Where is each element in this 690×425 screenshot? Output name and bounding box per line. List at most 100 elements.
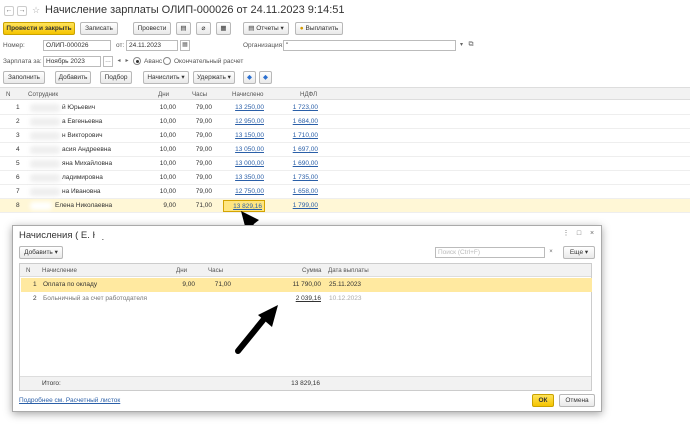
sum-cell[interactable]: 2 039,16 bbox=[281, 292, 321, 306]
table-row[interactable]: 5 яна Михайловна 10,00 79,00 13 000,00 1… bbox=[0, 157, 690, 171]
period-picker-icon[interactable]: … bbox=[103, 56, 113, 67]
accruals-table-header: N Начисление Дни Часы Сумма Дата выплаты bbox=[20, 264, 591, 277]
ndfl-cell[interactable]: 1 658,00 bbox=[286, 185, 318, 199]
withhold-button[interactable]: Удержать ▾ bbox=[193, 71, 235, 84]
attach-button[interactable]: ⌀ bbox=[196, 22, 211, 35]
structure-icon: ▤ bbox=[180, 25, 187, 32]
col-accrued-header: Начислено bbox=[232, 91, 264, 98]
total-label: Итого: bbox=[42, 380, 61, 387]
organization-label: Организация: bbox=[243, 42, 285, 49]
hours-cell: 79,00 bbox=[195, 104, 212, 111]
window-title: Начисление зарплаты ОЛИП-000026 от 24.11… bbox=[45, 4, 345, 16]
employee-name: а Евгеньевна bbox=[62, 118, 103, 125]
sum-cell[interactable]: 11 790,00 bbox=[281, 278, 321, 292]
accrue-button[interactable]: Начислить ▾ bbox=[143, 71, 189, 84]
document-structure-button[interactable]: ▤ bbox=[176, 22, 191, 35]
accrued-cell[interactable]: 13 000,00 bbox=[226, 157, 264, 171]
row-number: 1 bbox=[16, 104, 20, 111]
favorite-star-icon[interactable]: ☆ bbox=[31, 5, 41, 15]
hours-cell: 79,00 bbox=[195, 118, 212, 125]
select-button[interactable]: Подбор bbox=[100, 71, 132, 84]
open-link-icon[interactable]: ⧉ bbox=[467, 40, 475, 51]
number-field[interactable]: ОЛИП-000026 bbox=[43, 40, 111, 51]
row-number: 8 bbox=[16, 202, 20, 209]
totals-row: Итого: 13 829,16 bbox=[20, 376, 591, 390]
ok-button[interactable]: ОК bbox=[532, 394, 554, 407]
forward-icon[interactable]: → bbox=[17, 6, 27, 16]
row-number: 2 bbox=[33, 295, 37, 302]
row-number: 4 bbox=[16, 146, 20, 153]
accrued-cell[interactable]: 12 950,00 bbox=[226, 115, 264, 129]
add-row-button[interactable]: Добавить bbox=[55, 71, 91, 84]
table-row[interactable]: 4 асия Андреевна 10,00 79,00 13 050,00 1… bbox=[0, 143, 690, 157]
accrued-cell[interactable]: 13 350,00 bbox=[226, 171, 264, 185]
advance-radio[interactable] bbox=[133, 57, 141, 65]
accrued-cell[interactable]: 12 750,00 bbox=[226, 185, 264, 199]
employee-name: яна Михайловна bbox=[62, 160, 113, 167]
row-number: 3 bbox=[16, 132, 20, 139]
redacted-name bbox=[30, 118, 60, 126]
employee-name: асия Андреевна bbox=[62, 146, 112, 153]
table-row[interactable]: 6 ладимировна 10,00 79,00 13 350,00 1 73… bbox=[0, 171, 690, 185]
period-up-icon[interactable]: ▸ bbox=[123, 56, 131, 67]
ndfl-cell[interactable]: 1 723,00 bbox=[286, 101, 318, 115]
close-icon[interactable]: × bbox=[587, 229, 597, 239]
period-field[interactable]: Ноябрь 2023 bbox=[43, 56, 101, 67]
pay-date-cell: 25.11.2023 bbox=[329, 281, 362, 288]
payslip-link[interactable]: Подробнее см. Расчетный листок bbox=[19, 397, 120, 404]
date-field[interactable]: 24.11.2023 bbox=[126, 40, 178, 51]
hours-cell: 71,00 bbox=[214, 281, 231, 288]
col-hours-header: Часы bbox=[208, 267, 224, 274]
ndfl-cell[interactable]: 1 684,00 bbox=[286, 115, 318, 129]
accrual-name: Больничный за счет работодателя bbox=[43, 295, 148, 302]
ndfl-cell[interactable]: 1 799,00 bbox=[286, 199, 318, 213]
hours-cell: 79,00 bbox=[195, 132, 212, 139]
accrued-cell[interactable]: 13 250,00 bbox=[226, 101, 264, 115]
calendar-icon[interactable]: ▦ bbox=[180, 40, 190, 51]
accrued-cell[interactable]: 13 050,00 bbox=[226, 143, 264, 157]
search-clear-icon[interactable]: × bbox=[546, 247, 556, 258]
final-calculation-radio[interactable] bbox=[163, 57, 171, 65]
back-icon[interactable]: ← bbox=[4, 6, 14, 16]
table-row[interactable]: 7 на Ивановна 10,00 79,00 12 750,00 1 65… bbox=[0, 185, 690, 199]
ndfl-cell[interactable]: 1 735,00 bbox=[286, 171, 318, 185]
ndfl-cell[interactable]: 1 697,00 bbox=[286, 143, 318, 157]
more-menu-icon[interactable]: ⋮ bbox=[561, 229, 571, 239]
col-n-header: N bbox=[6, 91, 11, 98]
table-row[interactable]: 2 Больничный за счет работодателя 2 039,… bbox=[21, 292, 592, 306]
col-sum-header: Сумма bbox=[302, 267, 322, 274]
ndfl-cell[interactable]: 1 690,00 bbox=[286, 157, 318, 171]
move-down-button[interactable]: ◆ bbox=[259, 71, 272, 84]
journal-button[interactable]: ▦ bbox=[216, 22, 231, 35]
employee-name: н Викторович bbox=[62, 132, 103, 139]
cancel-button[interactable]: Отмена bbox=[559, 394, 595, 407]
table-row-selected[interactable]: 8 Елена Николаевна 9,00 71,00 13 829,16 … bbox=[0, 199, 690, 213]
dialog-search-input[interactable]: Поиск (Ctrl+F) bbox=[435, 247, 545, 258]
organization-field[interactable]: " bbox=[283, 40, 456, 51]
reports-button[interactable]: ▤ Отчеты ▾ bbox=[243, 22, 289, 35]
organization-dropdown-icon[interactable]: ▾ bbox=[457, 40, 466, 51]
table-row-selected[interactable]: 1 Оплата по окладу 9,00 71,00 11 790,00 … bbox=[21, 278, 592, 292]
post-button[interactable]: Провести bbox=[133, 22, 171, 35]
table-row[interactable]: 2 а Евгеньевна 10,00 79,00 12 950,00 1 6… bbox=[0, 115, 690, 129]
redacted-dialog-name bbox=[95, 229, 129, 239]
ndfl-cell[interactable]: 1 710,00 bbox=[286, 129, 318, 143]
dialog-add-button[interactable]: Добавить ▾ bbox=[19, 246, 63, 259]
row-number: 1 bbox=[33, 281, 37, 288]
period-down-icon[interactable]: ◂ bbox=[115, 56, 123, 67]
save-button[interactable]: Записать bbox=[80, 22, 118, 35]
redacted-name bbox=[30, 202, 52, 210]
days-cell: 9,00 bbox=[163, 202, 176, 209]
post-and-close-button[interactable]: Провести и закрыть bbox=[3, 22, 75, 35]
table-row[interactable]: 3 н Викторович 10,00 79,00 13 150,00 1 7… bbox=[0, 129, 690, 143]
total-value: 13 829,16 bbox=[291, 380, 320, 387]
move-up-button[interactable]: ◆ bbox=[243, 71, 256, 84]
maximize-icon[interactable]: □ bbox=[574, 229, 584, 239]
table-row[interactable]: 1 й Юрьевич 10,00 79,00 13 250,00 1 723,… bbox=[0, 101, 690, 115]
accrued-cell[interactable]: 13 150,00 bbox=[226, 129, 264, 143]
dialog-more-button[interactable]: Еще ▾ bbox=[563, 246, 595, 259]
hours-cell: 79,00 bbox=[195, 174, 212, 181]
redacted-name bbox=[30, 146, 60, 154]
fill-button[interactable]: Заполнить bbox=[3, 71, 45, 84]
pay-button[interactable]: ● Выплатить bbox=[295, 22, 343, 35]
